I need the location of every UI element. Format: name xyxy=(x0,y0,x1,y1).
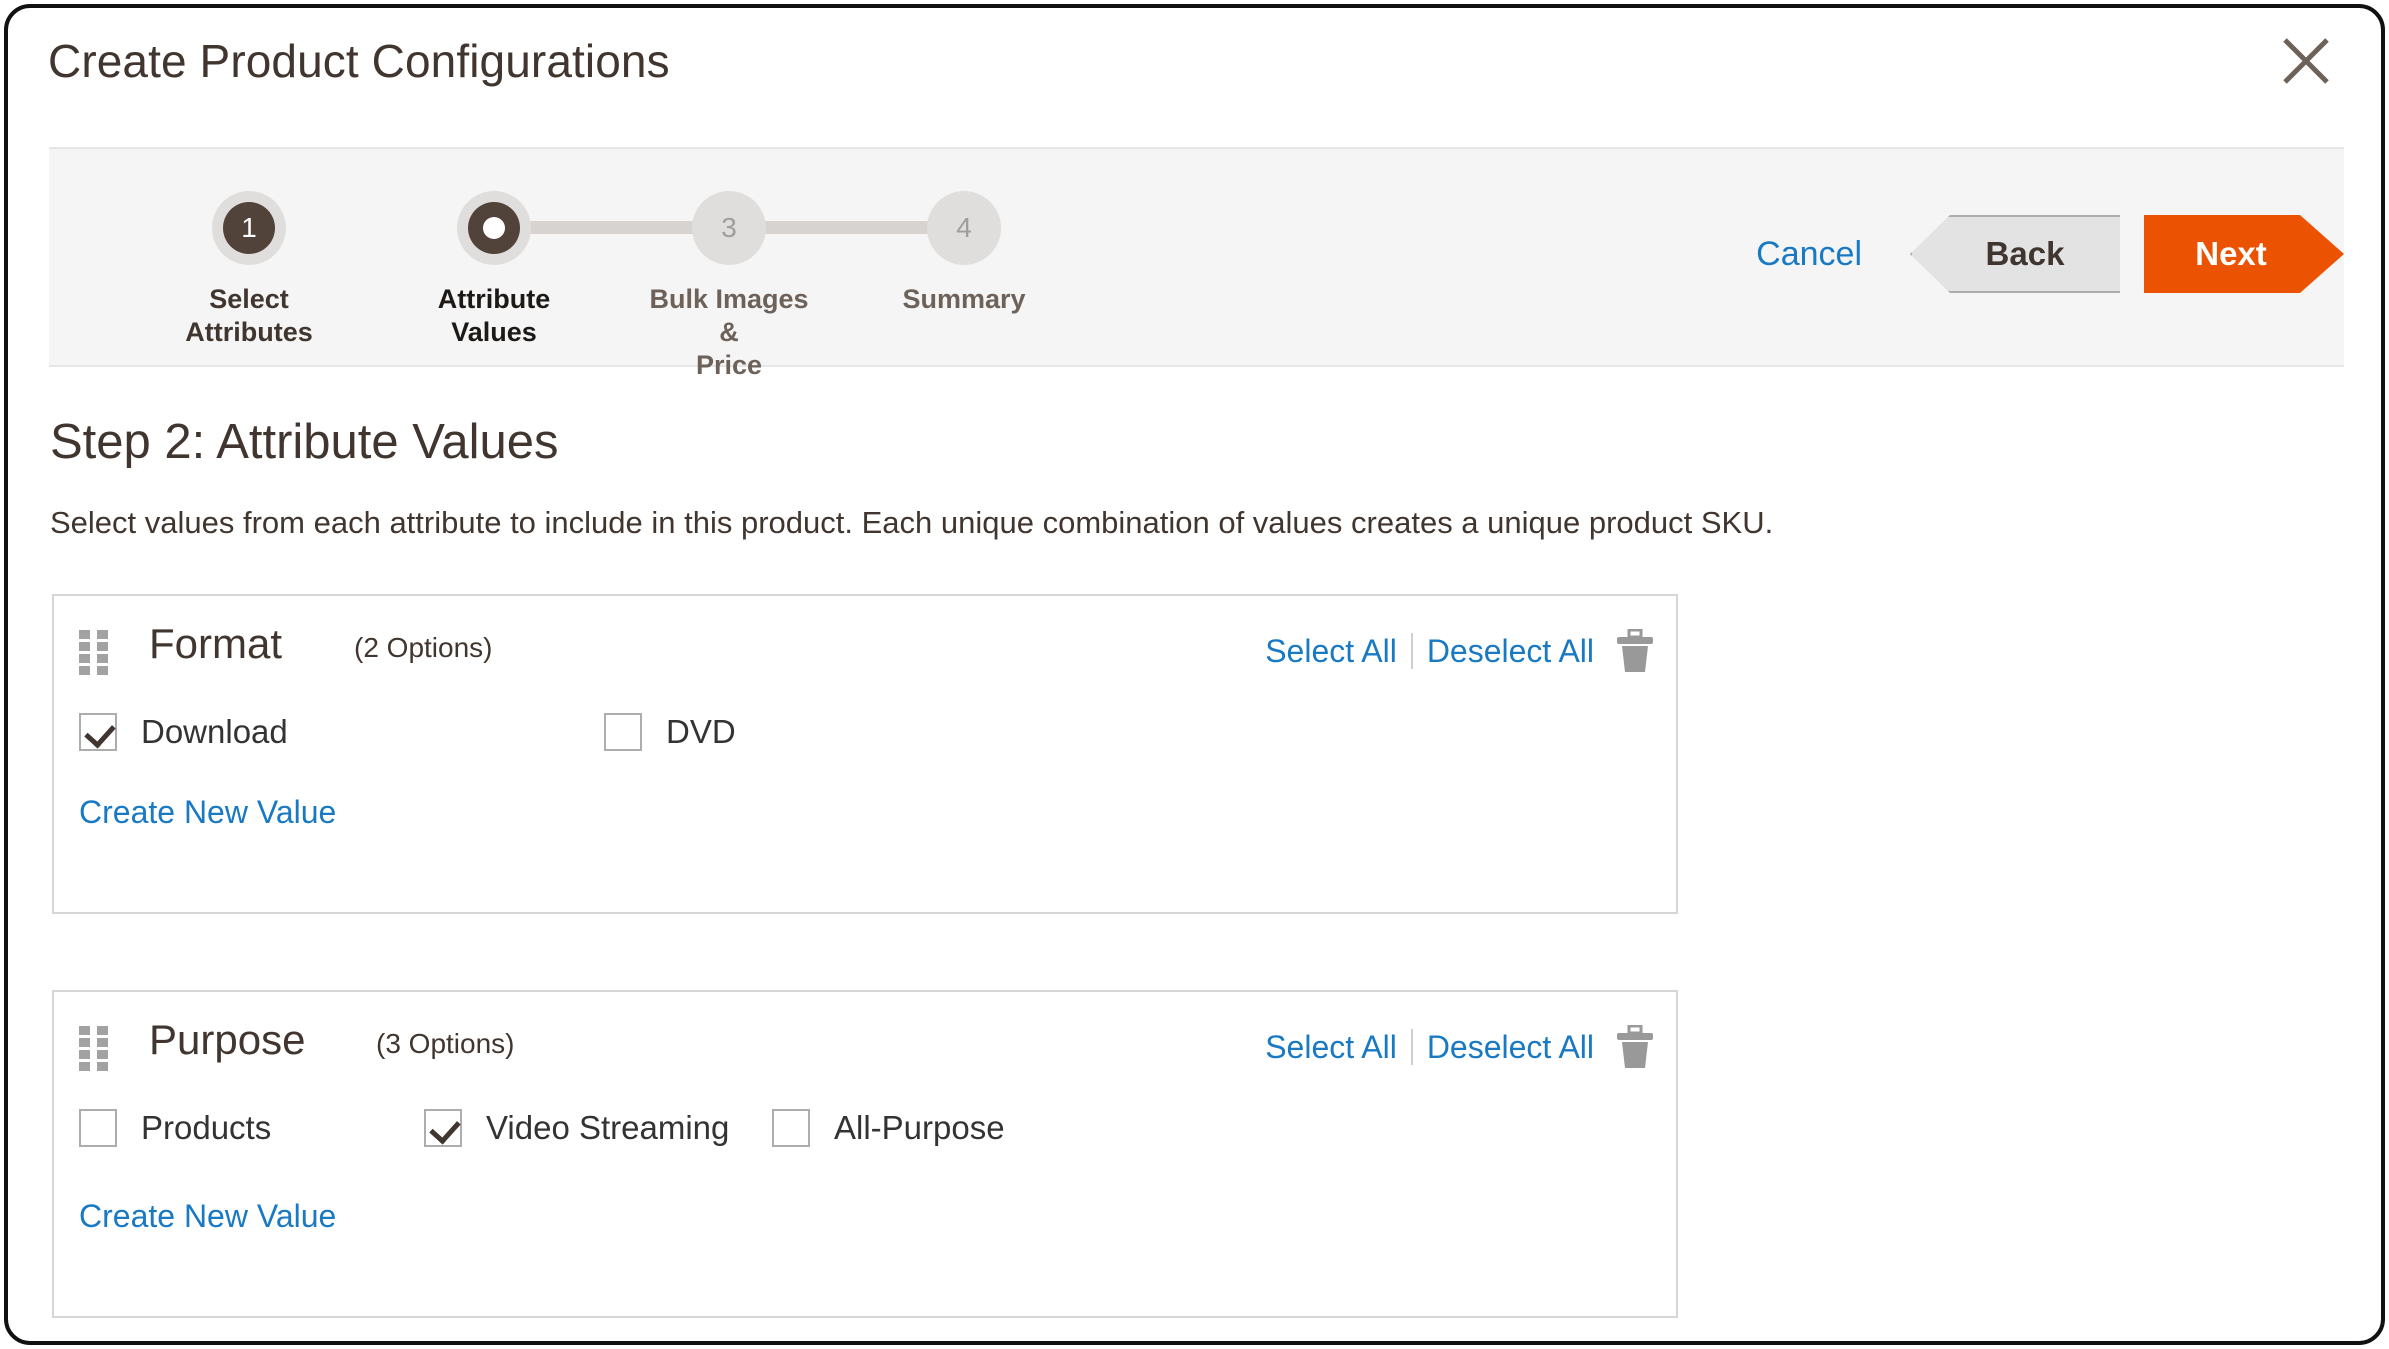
option-checkbox-products[interactable]: Products xyxy=(79,1100,271,1156)
step-1-caption-line2: Attributes xyxy=(185,317,313,347)
page-title: Create Product Configurations xyxy=(48,35,670,87)
wizard-actions: Cancel Back Next xyxy=(1756,204,2344,304)
stepper-steps: 1 Select Attributes Attribute Values 3 B… xyxy=(159,149,1059,380)
stepper-step-bulk-images-price[interactable]: 3 Bulk Images & Price xyxy=(639,149,819,382)
attribute-option-count: (2 Options) xyxy=(354,632,493,663)
create-product-configurations-modal: Create Product Configurations 1 Select A… xyxy=(4,4,2385,1345)
checkbox-input[interactable] xyxy=(79,1109,117,1147)
stepper-step-select-attributes[interactable]: 1 Select Attributes xyxy=(159,149,339,349)
step-2-current-dot xyxy=(483,217,505,239)
step-description: Select values from each attribute to inc… xyxy=(50,505,1774,540)
next-button[interactable]: Next xyxy=(2144,215,2344,293)
attribute-name: Format xyxy=(149,620,283,667)
option-checkbox-dvd[interactable]: DVD xyxy=(604,704,736,760)
stepper-step-attribute-values[interactable]: Attribute Values xyxy=(404,149,584,349)
step-4-caption: Summary xyxy=(874,283,1054,316)
step-1-bullet: 1 xyxy=(212,191,286,265)
drag-handle-icon[interactable] xyxy=(79,630,109,675)
attribute-header-actions: Select All Deselect All xyxy=(1265,628,1654,674)
create-new-value-link[interactable]: Create New Value xyxy=(79,794,336,831)
step-2-caption-line2: Values xyxy=(451,317,537,347)
step-2-caption: Attribute Values xyxy=(404,283,584,349)
step-4-number: 4 xyxy=(956,212,972,243)
checkbox-input[interactable] xyxy=(424,1109,462,1147)
step-3-number: 3 xyxy=(721,212,737,243)
wizard-stepper: 1 Select Attributes Attribute Values 3 B… xyxy=(49,147,2344,380)
close-icon[interactable] xyxy=(2271,26,2341,96)
option-label: All-Purpose xyxy=(834,1109,1005,1146)
option-checkbox-download[interactable]: Download xyxy=(79,704,288,760)
attribute-card-purpose: Purpose (3 Options) Select All Deselect … xyxy=(52,990,1678,1318)
attribute-options-row: Products Video Streaming All-Purpose xyxy=(54,1100,1676,1190)
step-2-bullet xyxy=(457,191,531,265)
attribute-name: Purpose xyxy=(149,1016,306,1063)
option-label: Download xyxy=(141,713,288,750)
stepper-step-summary[interactable]: 4 Summary xyxy=(874,149,1054,316)
trash-icon[interactable] xyxy=(1616,629,1654,673)
step-3-bullet: 3 xyxy=(692,191,766,265)
option-label: Video Streaming xyxy=(486,1109,730,1146)
checkbox-input[interactable] xyxy=(604,713,642,751)
link-divider xyxy=(1410,633,1413,669)
attribute-option-count: (3 Options) xyxy=(376,1028,515,1059)
link-divider xyxy=(1410,1029,1413,1065)
step-3-caption-line2: Price xyxy=(695,350,763,380)
deselect-all-link[interactable]: Deselect All xyxy=(1427,633,1594,670)
step-4-bullet: 4 xyxy=(927,191,1001,265)
option-label: Products xyxy=(141,1109,272,1146)
checkbox-input[interactable] xyxy=(79,713,117,751)
drag-handle-icon[interactable] xyxy=(79,1026,109,1071)
attribute-card-format: Format (2 Options) Select All Deselect A… xyxy=(52,594,1678,914)
create-new-value-link[interactable]: Create New Value xyxy=(79,1198,336,1235)
modal-title-bar: Create Product Configurations xyxy=(8,8,2381,143)
attribute-card-header: Purpose (3 Options) Select All Deselect … xyxy=(54,992,1676,1100)
step-4-caption-line1: Summary xyxy=(902,284,1026,314)
attribute-options-row: Download DVD xyxy=(54,704,1676,794)
cancel-button[interactable]: Cancel xyxy=(1756,235,1862,274)
attribute-header-actions: Select All Deselect All xyxy=(1265,1024,1654,1070)
option-checkbox-all-purpose[interactable]: All-Purpose xyxy=(772,1100,1005,1156)
step-1-number: 1 xyxy=(223,202,275,254)
trash-icon[interactable] xyxy=(1616,1025,1654,1069)
step-1-caption: Select Attributes xyxy=(159,283,339,349)
select-all-link[interactable]: Select All xyxy=(1265,1029,1397,1066)
checkbox-input[interactable] xyxy=(772,1109,810,1147)
option-checkbox-video-streaming[interactable]: Video Streaming xyxy=(424,1100,729,1156)
deselect-all-link[interactable]: Deselect All xyxy=(1427,1029,1594,1066)
step-heading: Step 2: Attribute Values xyxy=(50,415,559,469)
attribute-card-header: Format (2 Options) Select All Deselect A… xyxy=(54,596,1676,704)
step-3-caption: Bulk Images & Price xyxy=(639,283,819,382)
select-all-link[interactable]: Select All xyxy=(1265,633,1397,670)
step-2-caption-line1: Attribute xyxy=(437,284,551,314)
step-1-caption-line1: Select xyxy=(209,284,289,314)
back-button[interactable]: Back xyxy=(1910,215,2120,293)
option-label: DVD xyxy=(666,713,736,750)
step-3-caption-line1: Bulk Images & xyxy=(649,284,809,347)
step-2-indicator xyxy=(468,202,520,254)
